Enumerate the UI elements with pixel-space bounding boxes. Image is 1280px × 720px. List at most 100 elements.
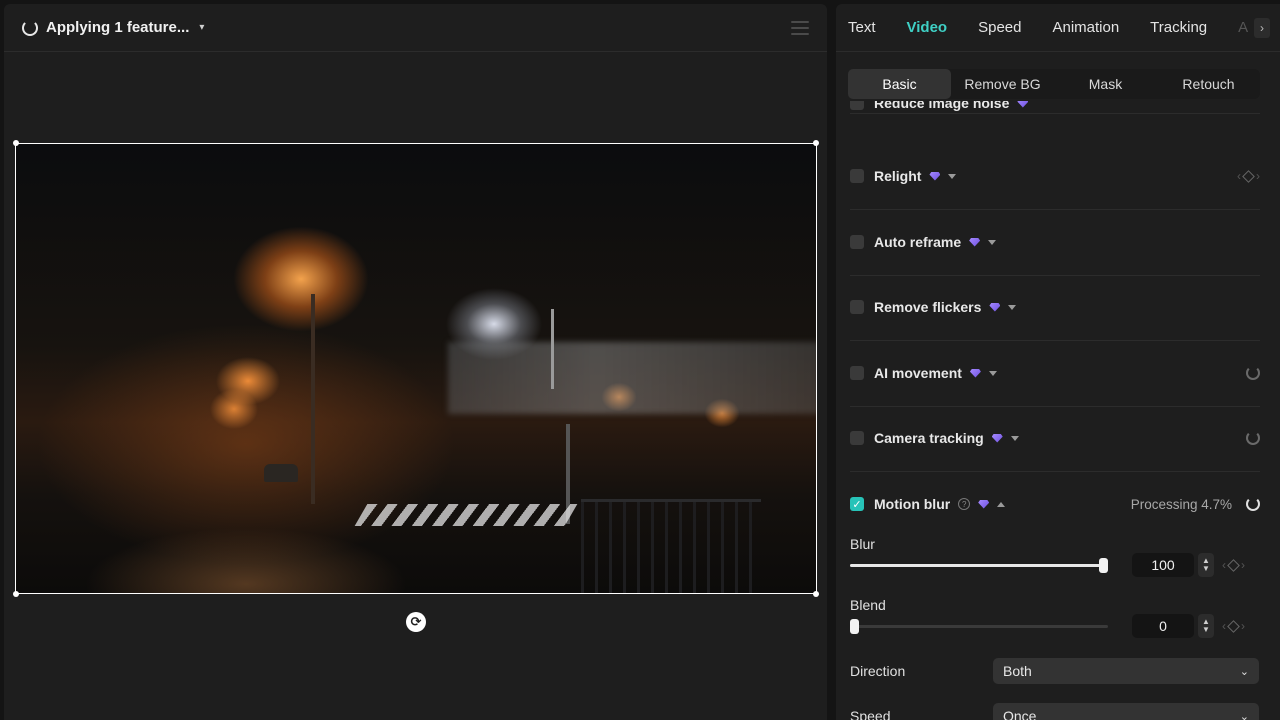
street-lamp-pole (311, 294, 315, 504)
expand-arrow-icon[interactable] (948, 173, 957, 179)
rotate-icon[interactable]: ⟳ (406, 612, 426, 632)
divider (850, 471, 1260, 472)
expand-arrow-icon[interactable] (988, 370, 997, 376)
subtab-retouch[interactable]: Retouch (1157, 69, 1260, 99)
processing-status-label: Applying 1 feature... (46, 19, 190, 36)
chevron-down-icon: ⌄ (1239, 710, 1249, 720)
blend-slider[interactable] (850, 619, 1108, 634)
tab-video[interactable]: Video (907, 19, 948, 36)
resize-handle-bottom-left[interactable] (13, 591, 19, 597)
reset-icon[interactable] (1246, 497, 1260, 511)
keyframe-diamond-icon[interactable] (1227, 619, 1240, 633)
resize-handle-top-left[interactable] (13, 140, 19, 146)
property-tabs: Text Video Speed Animation Tracking A › (836, 4, 1280, 52)
expand-arrow-icon[interactable] (1008, 304, 1017, 310)
blur-slider-knob[interactable] (1099, 558, 1108, 573)
tab-overflow[interactable]: A (1238, 19, 1248, 36)
speed-select[interactable]: Once ⌄ (993, 703, 1259, 720)
premium-gem-icon (989, 302, 1001, 312)
premium-gem-icon (991, 433, 1003, 443)
premium-gem-icon (978, 499, 990, 509)
reset-icon[interactable] (1246, 431, 1260, 445)
motion-blur-label: Motion blur (874, 496, 951, 512)
chevron-down-icon: ▾ (199, 22, 205, 33)
street-lamp-pole (551, 309, 554, 389)
expand-arrow-icon[interactable] (988, 239, 997, 245)
tab-text[interactable]: Text (848, 19, 876, 36)
relight-checkbox[interactable] (850, 169, 864, 183)
blend-keyframe-controls: ‹ › (1222, 619, 1245, 633)
blend-label: Blend (850, 597, 886, 613)
blend-value-input[interactable]: 0 (1132, 614, 1194, 638)
blur-label: Blur (850, 536, 875, 552)
tab-animation[interactable]: Animation (1052, 19, 1119, 36)
processing-status: Processing 4.7% (1130, 496, 1232, 512)
speed-label: Speed (850, 708, 891, 720)
premium-gem-icon (969, 368, 981, 378)
next-keyframe-icon[interactable]: › (1256, 169, 1260, 183)
help-icon[interactable]: ? (958, 498, 971, 510)
chevron-down-icon: ⌄ (1239, 665, 1249, 678)
prev-keyframe-icon[interactable]: ‹ (1222, 558, 1226, 572)
speed-selected-value: Once (1003, 708, 1037, 720)
processing-status-dropdown[interactable]: Applying 1 feature... ▾ (22, 19, 204, 36)
blur-stepper[interactable]: ▲ ▼ (1198, 553, 1214, 577)
relight-label: Relight (874, 168, 922, 184)
preview-panel: Applying 1 feature... ▾ ⟳ (4, 4, 827, 720)
video-subtabs: Basic Remove BG Mask Retouch (848, 69, 1260, 99)
blend-slider-knob[interactable] (850, 619, 859, 634)
blur-slider-fill (850, 564, 1108, 567)
reset-icon[interactable] (1246, 366, 1260, 380)
divider (850, 209, 1260, 210)
camera-tracking-checkbox[interactable] (850, 431, 864, 445)
blur-value-input[interactable]: 100 (1132, 553, 1194, 577)
auto-reframe-checkbox[interactable] (850, 235, 864, 249)
subtab-basic[interactable]: Basic (848, 69, 951, 99)
prev-keyframe-icon[interactable]: ‹ (1222, 619, 1226, 633)
railing (581, 499, 761, 593)
direction-select[interactable]: Both ⌄ (993, 658, 1259, 684)
tab-tracking[interactable]: Tracking (1150, 19, 1207, 36)
blur-slider[interactable] (850, 558, 1108, 573)
divider (850, 406, 1260, 407)
next-keyframe-icon[interactable]: › (1241, 619, 1245, 633)
direction-selected-value: Both (1003, 663, 1032, 679)
tab-speed[interactable]: Speed (978, 19, 1021, 36)
subtab-remove-bg[interactable]: Remove BG (951, 69, 1054, 99)
resize-handle-bottom-right[interactable] (813, 591, 819, 597)
video-preview-canvas[interactable] (15, 143, 817, 594)
remove-flickers-checkbox[interactable] (850, 300, 864, 314)
premium-gem-icon (929, 171, 941, 181)
tabs-next-arrow-icon[interactable]: › (1254, 18, 1270, 38)
collapse-arrow-icon[interactable] (997, 501, 1006, 507)
feature-checkbox[interactable] (850, 101, 864, 110)
resize-handle-top-right[interactable] (813, 140, 819, 146)
hamburger-menu-icon[interactable] (791, 21, 809, 35)
motion-blur-checkbox[interactable]: ✓ (850, 497, 864, 511)
feature-row-relight: Relight ‹ › (850, 164, 1260, 188)
expand-arrow-icon[interactable] (1010, 435, 1019, 441)
loading-spinner-icon (22, 19, 38, 36)
subtab-mask[interactable]: Mask (1054, 69, 1157, 99)
divider (850, 275, 1260, 276)
keyframe-diamond-icon[interactable] (1227, 558, 1240, 572)
divider (850, 113, 1260, 114)
camera-tracking-label: Camera tracking (874, 430, 984, 446)
auto-reframe-label: Auto reframe (874, 234, 962, 250)
feature-row-auto-reframe: Auto reframe (850, 230, 1260, 254)
next-keyframe-icon[interactable]: › (1241, 558, 1245, 572)
properties-panel: Text Video Speed Animation Tracking A › … (836, 4, 1280, 720)
feature-row-cutoff: Reduce image noise (850, 101, 1260, 113)
premium-gem-icon (969, 237, 981, 247)
keyframe-diamond-icon[interactable] (1242, 169, 1255, 183)
direction-label: Direction (850, 663, 906, 679)
parked-car (264, 464, 298, 482)
blend-stepper[interactable]: ▲ ▼ (1198, 614, 1214, 638)
feature-row-camera-tracking: Camera tracking (850, 426, 1260, 450)
feature-label: Reduce image noise (874, 101, 1010, 111)
premium-gem-icon (1017, 101, 1029, 108)
divider (850, 340, 1260, 341)
ai-movement-checkbox[interactable] (850, 366, 864, 380)
prev-keyframe-icon[interactable]: ‹ (1237, 169, 1241, 183)
preview-header: Applying 1 feature... ▾ (4, 4, 827, 52)
